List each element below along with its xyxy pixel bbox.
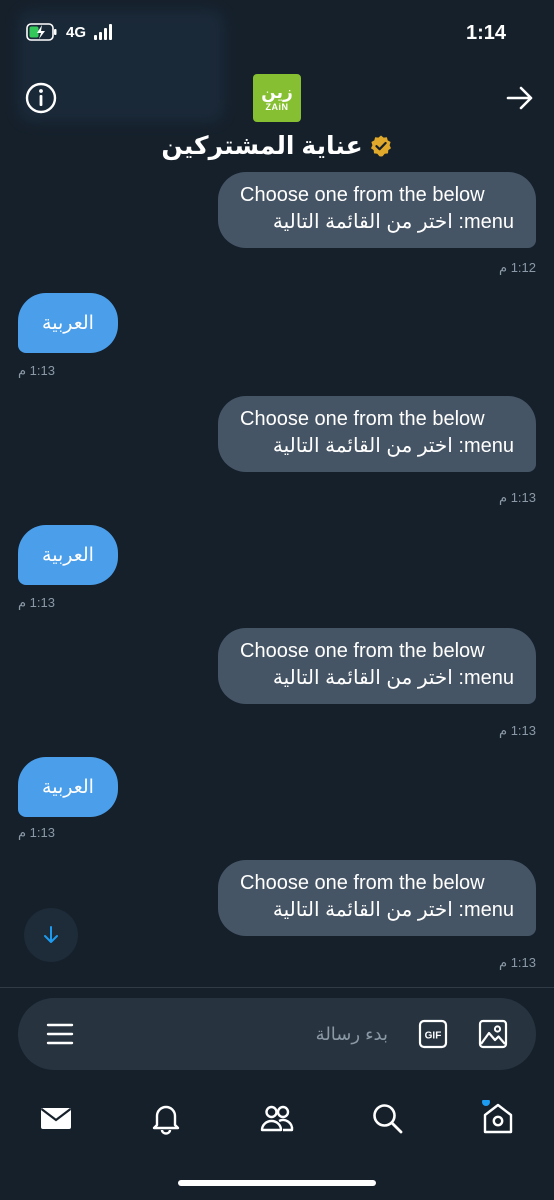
message-timestamp: 1:13 م — [499, 490, 536, 505]
message-timestamp: 1:13 م — [18, 825, 55, 840]
info-icon[interactable] — [24, 81, 58, 115]
message-input[interactable] — [88, 1018, 388, 1050]
home-nav[interactable] — [480, 1098, 516, 1136]
message-bubble-incoming[interactable]: العربية — [18, 525, 118, 585]
message-text: Choose one from the below — [240, 872, 485, 894]
message-text: العربية — [42, 544, 94, 566]
avatar-logo-subtext: ZAiN — [265, 102, 289, 112]
divider — [0, 987, 554, 988]
message-text: العربية — [42, 776, 94, 798]
message-text: menu: اختر من القائمة التالية — [272, 899, 514, 921]
avatar[interactable]: زين ZAiN — [253, 74, 301, 122]
message-bubble-outgoing[interactable]: Choose one from the below menu: اختر من … — [218, 172, 536, 248]
message-text: Choose one from the below — [240, 640, 485, 662]
scroll-to-bottom-button[interactable] — [24, 908, 78, 962]
message-timestamp: 1:13 م — [499, 723, 536, 738]
status-bar: 4G 1:14 — [0, 0, 554, 122]
arrow-right-icon[interactable] — [504, 82, 536, 114]
gif-label: GIF — [425, 1031, 442, 1042]
arrow-down-icon — [44, 926, 58, 943]
image-icon[interactable] — [478, 1019, 508, 1049]
message-text: menu: اختر من القائمة التالية — [272, 211, 514, 233]
home-indicator — [178, 1180, 376, 1186]
conversation-title[interactable]: عناية المشتركين — [0, 128, 554, 164]
message-timestamp: 1:13 م — [18, 595, 55, 610]
page-title: عناية المشتركين — [161, 132, 363, 160]
message-text: menu: اختر من القائمة التالية — [272, 667, 514, 689]
gif-button[interactable]: GIF — [418, 1019, 448, 1049]
message-text: Choose one from the below — [240, 184, 485, 206]
gif-icon: GIF — [418, 1019, 448, 1049]
search-icon[interactable] — [369, 1100, 405, 1136]
message-bubble-outgoing[interactable]: Choose one from the below menu: اختر من … — [218, 860, 536, 936]
message-bubble-incoming[interactable]: العربية — [18, 757, 118, 817]
avatar-logo-text: زين — [261, 83, 293, 102]
bottom-navigation — [0, 1090, 554, 1150]
message-text: menu: اختر من القائمة التالية — [272, 435, 514, 457]
message-text: العربية — [42, 312, 94, 334]
signal-icon — [94, 24, 113, 40]
people-icon[interactable] — [259, 1100, 295, 1136]
clock: 1:14 — [465, 22, 506, 44]
message-timestamp: 1:12 م — [499, 260, 536, 275]
verified-badge-icon — [370, 135, 391, 157]
message-list[interactable]: Choose one from the below menu: اختر من … — [0, 168, 554, 986]
bell-icon[interactable] — [148, 1100, 184, 1136]
home-icon — [482, 1098, 513, 1134]
message-timestamp: 1:13 م — [499, 955, 536, 970]
status-indicators: 4G — [26, 22, 113, 42]
message-timestamp: 1:13 م — [18, 363, 55, 378]
message-text: Choose one from the below — [240, 408, 485, 430]
message-bubble-outgoing[interactable]: Choose one from the below menu: اختر من … — [218, 628, 536, 704]
network-type: 4G — [66, 23, 87, 41]
battery-icon — [26, 23, 57, 41]
mail-icon[interactable] — [38, 1100, 74, 1136]
message-composer: GIF — [18, 998, 536, 1070]
message-bubble-outgoing[interactable]: Choose one from the below menu: اختر من … — [218, 396, 536, 472]
menu-icon[interactable] — [46, 1020, 74, 1048]
message-bubble-incoming[interactable]: العربية — [18, 293, 118, 353]
